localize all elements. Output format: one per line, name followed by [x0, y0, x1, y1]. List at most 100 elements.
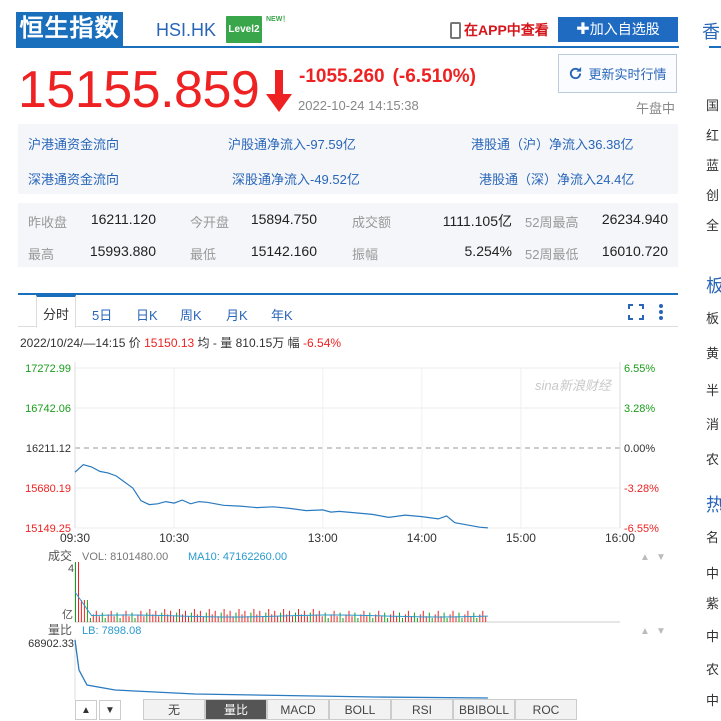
tab-daily[interactable]: 日K	[136, 305, 158, 324]
add-watchlist-label: 加入自选股	[589, 21, 660, 37]
scroll-down-button[interactable]: ▼	[99, 700, 121, 720]
new-badge: NEW！	[266, 16, 290, 23]
volume-bar	[122, 614, 124, 622]
volume-bar	[143, 616, 145, 622]
fullscreen-icon[interactable]	[628, 304, 644, 320]
refresh-quote-button[interactable]: 更新实时行情	[558, 54, 677, 93]
volume-bar	[98, 616, 100, 622]
volume-bar	[333, 610, 335, 622]
tab-monthly[interactable]: 月K	[226, 305, 248, 324]
add-watchlist-button[interactable]: ✚加入自选股	[558, 17, 678, 42]
hk-sz-connect-link[interactable]: 深港通资金流向	[28, 169, 119, 188]
sz-northbound-flow[interactable]: 深股通净流入-49.52亿	[232, 169, 360, 188]
volume-title: 成交	[48, 548, 72, 563]
side-item[interactable]: 国	[706, 95, 719, 114]
level2-badge[interactable]: Level2	[226, 16, 262, 43]
volume-bar	[205, 612, 207, 622]
indicator-bbiboll[interactable]: BBIBOLL	[453, 699, 515, 720]
side-item[interactable]: 黄	[706, 343, 719, 362]
volume-bar	[485, 616, 487, 622]
side-item[interactable]: 中	[706, 626, 719, 645]
indicator-rsi[interactable]: RSI	[391, 699, 453, 720]
low-label: 最低	[190, 247, 217, 262]
sz-southbound-flow[interactable]: 港股通（深）净流入24.4亿	[479, 169, 634, 188]
volume-bar	[318, 610, 320, 622]
refresh-icon	[570, 66, 582, 80]
volume-bar	[241, 614, 243, 622]
volume-bar	[238, 609, 240, 622]
volume-bar	[289, 610, 290, 622]
side-item[interactable]: 全	[706, 215, 719, 234]
sh-northbound-flow[interactable]: 沪股通净流入-97.59亿	[228, 134, 356, 153]
volume-expand-icon[interactable]: ▼	[656, 552, 666, 563]
y-tick-left: 17272.99	[25, 363, 71, 375]
volume-bar	[327, 618, 329, 622]
side-item[interactable]: 创	[706, 185, 719, 204]
session-status: 午盘中	[636, 101, 676, 116]
app-label: 在APP中查看	[464, 22, 549, 38]
side-item[interactable]: 农	[706, 449, 719, 468]
lb-collapse-icon[interactable]: ▲	[640, 626, 650, 637]
indicator-boll[interactable]: BOLL	[329, 699, 391, 720]
view-in-app-link[interactable]: 在APP中查看	[450, 20, 549, 40]
side-item[interactable]: 农	[706, 659, 719, 678]
header-divider	[16, 46, 679, 48]
indicator-macd[interactable]: MACD	[267, 699, 329, 720]
lb-text: LB: 7898.08	[82, 625, 141, 637]
tab-intraday[interactable]: 分时	[36, 295, 76, 328]
side-item[interactable]: 板	[706, 308, 719, 327]
stats-panel: 昨收盘 16211.120 今开盘 15894.750 成交额 1111.105…	[18, 203, 678, 267]
volume-bar	[336, 616, 338, 622]
high52-value: 26234.940	[601, 211, 668, 227]
y-tick-left: 15680.19	[25, 483, 71, 495]
side-heading: 香	[702, 22, 720, 42]
info-amp: -6.54%	[303, 336, 342, 350]
sh-southbound-flow[interactable]: 港股通（沪）净流入36.38亿	[471, 134, 634, 153]
volume-bar	[193, 609, 195, 622]
volume-bar	[366, 616, 368, 622]
indicator-volume-ratio[interactable]: 量比	[205, 699, 267, 720]
side-item[interactable]: 紫	[706, 593, 719, 612]
tab-5day[interactable]: 5日	[92, 305, 112, 324]
volume-bar	[464, 614, 466, 622]
volume-bar	[431, 618, 433, 622]
scroll-up-button[interactable]: ▲	[75, 700, 97, 720]
volume-collapse-icon[interactable]: ▲	[640, 552, 650, 563]
volume-bar	[179, 609, 180, 622]
indicator-roc[interactable]: ROC	[515, 699, 577, 720]
volume-panel: 成交 VOL: 8101480.00 MA10: 47162260.00 4 亿 ▲ ▼	[48, 548, 666, 623]
side-item[interactable]: 蓝	[706, 155, 719, 174]
side-item[interactable]: 板	[706, 272, 721, 298]
lb-expand-icon[interactable]: ▼	[656, 626, 666, 637]
ma10-text: MA10: 47162260.00	[188, 551, 287, 563]
hk-sh-connect-link[interactable]: 沪港通资金流向	[28, 134, 119, 153]
side-item[interactable]: 热	[706, 491, 721, 517]
volume-bar	[378, 610, 380, 622]
volume-bar	[399, 612, 400, 622]
volume-bar	[473, 612, 475, 622]
side-item[interactable]: 名	[706, 527, 719, 546]
volume-bar	[83, 600, 85, 622]
side-item[interactable]: 消	[706, 414, 719, 433]
volume-bar	[256, 614, 258, 622]
volume-bar	[354, 612, 356, 622]
side-item[interactable]: 中	[706, 690, 719, 709]
crosshair-info: 2022/10/24/—14:15 价 15150.13 均 - 量 810.1…	[20, 334, 341, 351]
tab-yearly[interactable]: 年K	[271, 305, 293, 324]
volume-bar	[381, 616, 383, 622]
side-item[interactable]: 半	[706, 380, 719, 399]
tab-weekly[interactable]: 周K	[180, 305, 202, 324]
more-options-icon[interactable]	[658, 303, 664, 321]
side-item[interactable]: 红	[706, 125, 719, 144]
volume-bar	[324, 612, 326, 622]
volume-bar	[387, 618, 389, 622]
intraday-chart[interactable]: sina新浪财经 17272.99 6.55% 16742.06 3.28% 16211…	[0, 350, 700, 700]
volume-bar	[405, 614, 406, 622]
side-item[interactable]: 中	[706, 563, 719, 582]
volume-bar	[402, 618, 403, 622]
lb-y-top: 68902.33	[28, 638, 74, 650]
volume-bar	[309, 612, 311, 622]
volume-bar	[190, 612, 192, 622]
indicator-none[interactable]: 无	[143, 699, 205, 720]
volume-bar	[321, 616, 323, 622]
